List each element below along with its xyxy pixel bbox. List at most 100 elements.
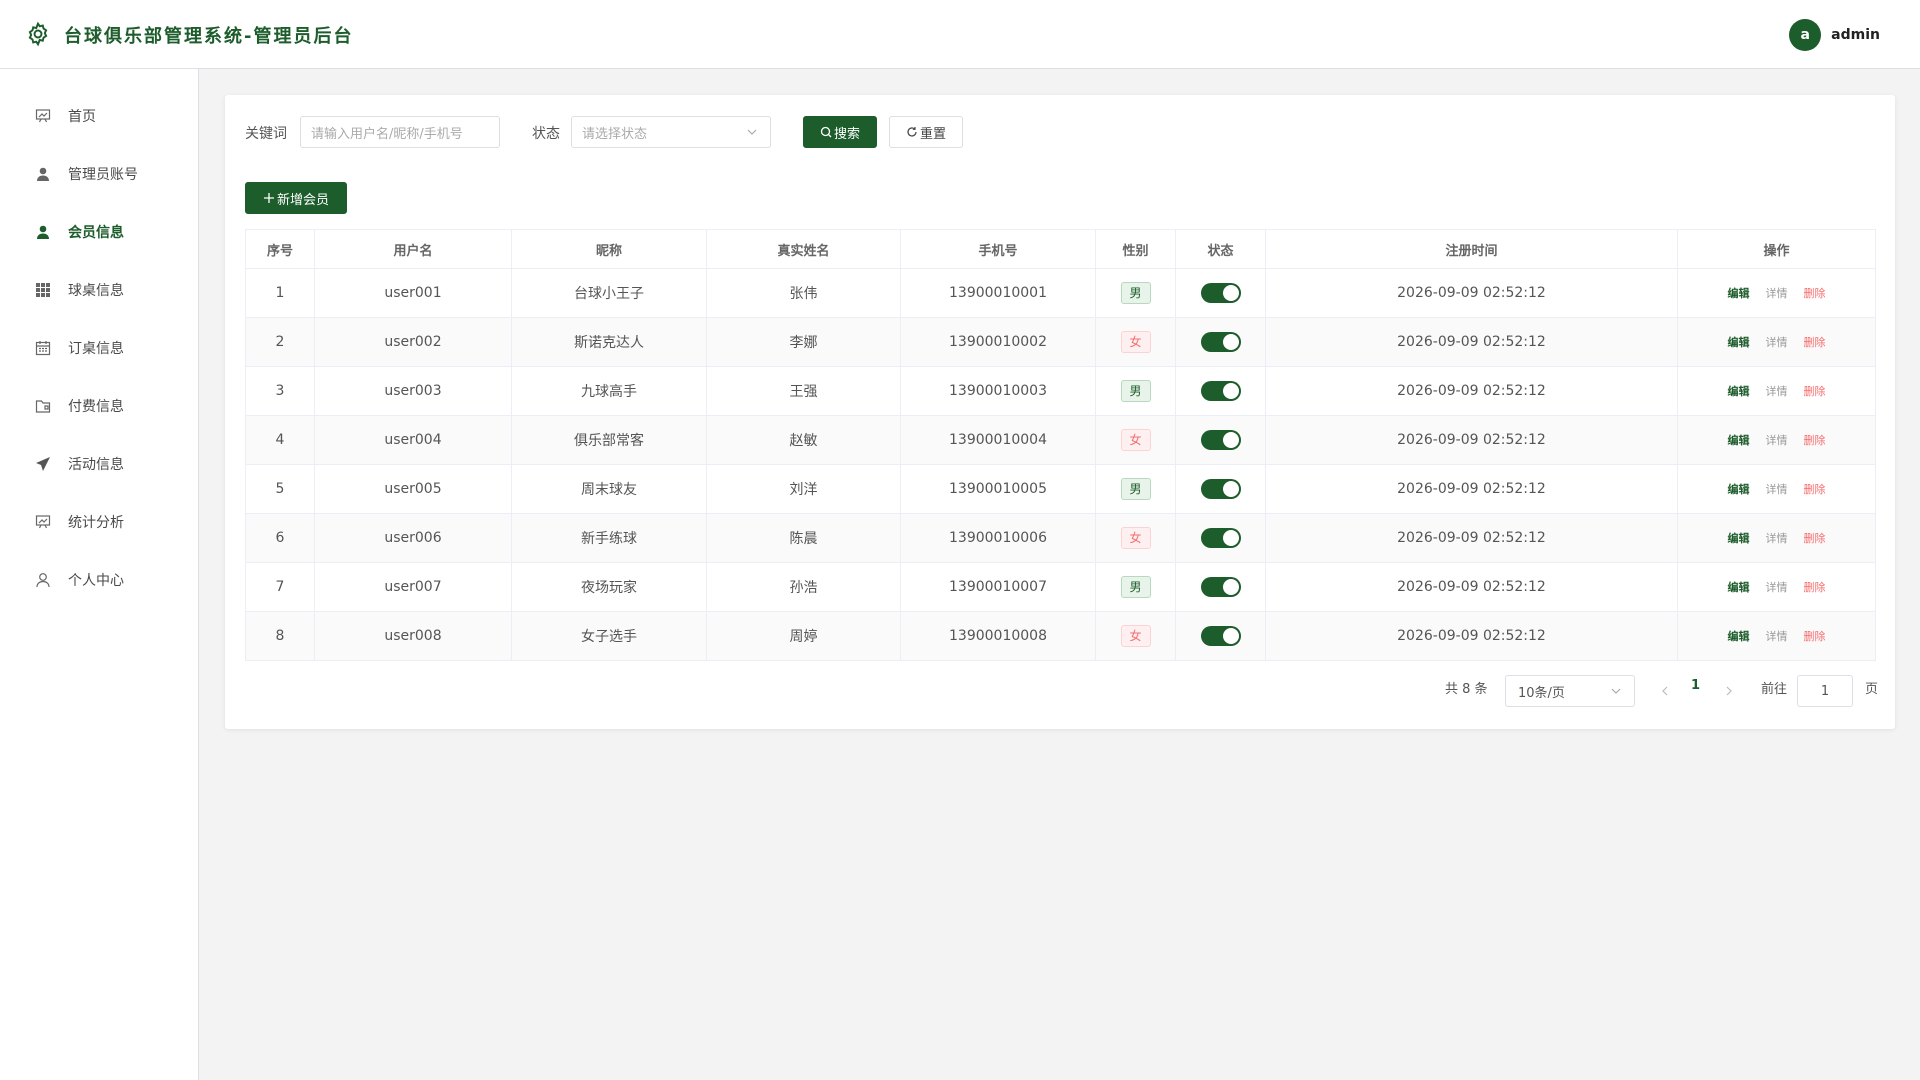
goto-page-input[interactable]: 1	[1797, 675, 1853, 707]
sidebar-item-2[interactable]: 管理员账号	[0, 154, 199, 194]
username[interactable]: admin	[1831, 27, 1880, 43]
sidebar-item-3[interactable]: 会员信息	[0, 212, 199, 252]
delete-link[interactable]: 删除	[1804, 336, 1826, 349]
chart-board-icon	[34, 513, 52, 531]
cell-realname: 李娜	[706, 317, 901, 367]
keyword-input[interactable]: 请输入用户名/昵称/手机号	[300, 116, 500, 148]
detail-link[interactable]: 详情	[1766, 336, 1788, 349]
avatar[interactable]: a	[1789, 19, 1822, 51]
cell-phone: 13900010001	[900, 268, 1096, 318]
sidebar-item-8[interactable]: 统计分析	[0, 502, 199, 542]
reset-button[interactable]: 重置	[889, 116, 963, 148]
edit-link[interactable]: 编辑	[1728, 483, 1750, 496]
cell-status	[1175, 611, 1266, 661]
table-row: 4 user004 俱乐部常客 赵敏 13900010004 女 2026-09-09 02…	[245, 415, 1876, 465]
folder-icon	[34, 397, 52, 415]
app-title: 台球俱乐部管理系统-管理员后台	[64, 26, 354, 47]
edit-link[interactable]: 编辑	[1728, 287, 1750, 300]
cell-username: user008	[314, 611, 512, 661]
person-outline-icon	[34, 571, 52, 589]
sidebar-item-6[interactable]: 付费信息	[0, 386, 199, 426]
gear-icon	[28, 21, 48, 47]
cell-phone: 13900010003	[900, 366, 1096, 416]
sidebar-item-label: 个人中心	[68, 573, 124, 589]
status-toggle[interactable]	[1200, 528, 1241, 548]
user-menu[interactable]: a admin	[1789, 19, 1880, 51]
search-button[interactable]: 搜索	[803, 116, 877, 148]
cell-realname: 陈晨	[706, 513, 901, 563]
cell-status	[1175, 562, 1266, 612]
column-header: 注册时间	[1265, 229, 1678, 269]
cell-registered: 2026-09-09 02:52:12	[1265, 415, 1678, 465]
cell-status	[1175, 268, 1266, 318]
status-select[interactable]: 请选择状态	[571, 116, 771, 148]
delete-link[interactable]: 删除	[1804, 532, 1826, 545]
edit-link[interactable]: 编辑	[1728, 336, 1750, 349]
cell-actions: 编辑 详情 删除	[1677, 317, 1876, 367]
cell-realname: 周婷	[706, 611, 901, 661]
column-header: 昵称	[511, 229, 707, 269]
reset-button-label: 重置	[919, 126, 946, 142]
detail-link[interactable]: 详情	[1766, 385, 1788, 398]
edit-link[interactable]: 编辑	[1728, 532, 1750, 545]
status-toggle[interactable]	[1200, 381, 1241, 401]
detail-link[interactable]: 详情	[1766, 630, 1788, 643]
table-header-row: 序号 用户名 昵称 真实姓名 手机号 性别 状态 注册时间 操作	[245, 229, 1876, 269]
cell-gender: 男	[1095, 268, 1176, 318]
cell-actions: 编辑 详情 删除	[1677, 464, 1876, 514]
cell-username: user006	[314, 513, 512, 563]
plus-icon	[263, 192, 275, 204]
edit-link[interactable]: 编辑	[1728, 630, 1750, 643]
page-size-select[interactable]: 10条/页	[1505, 675, 1635, 707]
delete-link[interactable]: 删除	[1804, 434, 1826, 447]
sidebar-item-9[interactable]: 个人中心	[0, 560, 199, 600]
edit-link[interactable]: 编辑	[1728, 385, 1750, 398]
delete-link[interactable]: 删除	[1804, 630, 1826, 643]
detail-link[interactable]: 详情	[1766, 483, 1788, 496]
next-page-icon[interactable]	[1723, 685, 1735, 697]
gender-tag: 男	[1120, 478, 1151, 500]
status-toggle[interactable]	[1200, 283, 1241, 303]
edit-link[interactable]: 编辑	[1728, 581, 1750, 594]
detail-link[interactable]: 详情	[1766, 434, 1788, 447]
cell-realname: 王强	[706, 366, 901, 416]
toggle-knob	[1222, 432, 1239, 448]
prev-page-icon[interactable]	[1659, 685, 1671, 697]
current-page[interactable]: 1	[1691, 678, 1700, 693]
detail-link[interactable]: 详情	[1766, 532, 1788, 545]
status-toggle[interactable]	[1200, 577, 1241, 597]
detail-link[interactable]: 详情	[1766, 581, 1788, 594]
delete-link[interactable]: 删除	[1804, 287, 1826, 300]
total-count: 共 8 条	[1445, 682, 1488, 697]
user-icon	[34, 165, 52, 183]
detail-link[interactable]: 详情	[1766, 287, 1788, 300]
column-header: 性别	[1095, 229, 1176, 269]
cell-no: 1	[245, 268, 315, 318]
status-toggle[interactable]	[1200, 479, 1241, 499]
toggle-knob	[1222, 334, 1239, 350]
add-member-button[interactable]: 新增会员	[245, 182, 347, 214]
cell-no: 4	[245, 415, 315, 465]
delete-link[interactable]: 删除	[1804, 483, 1826, 496]
cell-nickname: 夜场玩家	[511, 562, 707, 612]
cell-phone: 13900010005	[900, 464, 1096, 514]
status-toggle[interactable]	[1200, 332, 1241, 352]
toggle-knob	[1222, 530, 1239, 546]
cell-realname: 赵敏	[706, 415, 901, 465]
cell-no: 7	[245, 562, 315, 612]
delete-link[interactable]: 删除	[1804, 581, 1826, 594]
cell-registered: 2026-09-09 02:52:12	[1265, 611, 1678, 661]
edit-link[interactable]: 编辑	[1728, 434, 1750, 447]
status-toggle[interactable]	[1200, 430, 1241, 450]
cell-nickname: 斯诺克达人	[511, 317, 707, 367]
main-card: 关键词 请输入用户名/昵称/手机号 状态 请选择状态 搜索 重置 新增会员 序号…	[225, 95, 1895, 729]
sidebar-item-7[interactable]: 活动信息	[0, 444, 199, 484]
cell-username: user001	[314, 268, 512, 318]
status-toggle[interactable]	[1200, 626, 1241, 646]
cell-status	[1175, 317, 1266, 367]
sidebar-item-5[interactable]: 订桌信息	[0, 328, 199, 368]
sidebar-item-1[interactable]: 首页	[0, 96, 199, 136]
sidebar-item-4[interactable]: 球桌信息	[0, 270, 199, 310]
delete-link[interactable]: 删除	[1804, 385, 1826, 398]
chevron-down-icon	[1611, 688, 1621, 694]
